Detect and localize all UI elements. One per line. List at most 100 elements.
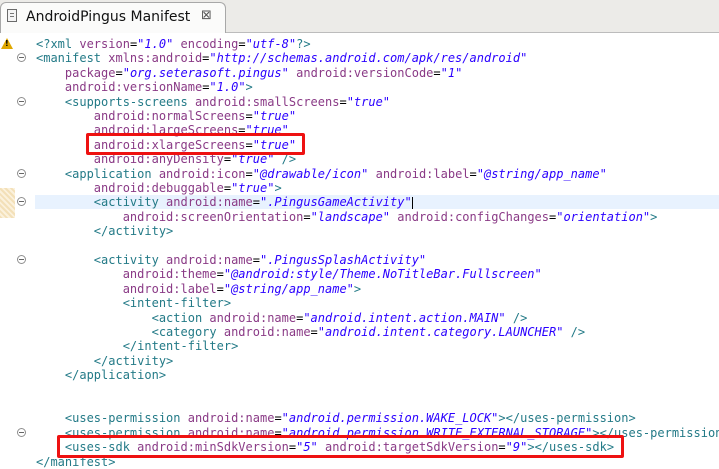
code-token: "http://schemas.android.com/apk/res/andr… — [209, 51, 528, 66]
fold-collapse-icon[interactable] — [17, 255, 26, 264]
fold-collapse-icon[interactable] — [17, 96, 26, 106]
code-token: > — [274, 181, 282, 195]
code-token: "@string/app_name" — [223, 281, 354, 296]
code-token: "landscape" — [310, 209, 391, 224]
xml-file-icon — [7, 9, 17, 22]
close-icon[interactable]: ⊠ — [201, 8, 212, 23]
code-token: = — [252, 253, 260, 267]
code-token: "1.0" — [137, 37, 174, 51]
code-token: <?xml — [36, 37, 80, 51]
code-token: android:versionName — [64, 80, 203, 95]
code-token: <category — [151, 325, 224, 339]
code-token: ".PingusGameActivity" — [259, 195, 412, 210]
code-line[interactable]: android:theme="@android:style/Theme.NoTi… — [36, 267, 542, 281]
code-token: ?> — [296, 37, 311, 51]
code-token: "utf-8" — [245, 37, 297, 51]
code-token: > — [245, 80, 253, 95]
code-token: "org.seterasoft.pingus" — [122, 65, 289, 80]
code-line[interactable]: </intent-filter> — [36, 339, 239, 353]
code-token: android:name — [166, 195, 253, 210]
code-line[interactable]: </application> — [36, 368, 166, 382]
code-token: "true" — [231, 181, 275, 195]
code-token: = — [245, 166, 253, 181]
code-token: "@string/app_name" — [476, 166, 607, 181]
code-line[interactable]: <category android:name="android.intent.c… — [36, 325, 586, 339]
editor-tab-bar: AndroidPingus Manifest ⊠ — [0, 0, 719, 33]
tab-android-manifest[interactable]: AndroidPingus Manifest ⊠ — [0, 2, 226, 33]
code-line[interactable]: <uses-permission android:name="android.p… — [36, 411, 636, 425]
folding-ruler — [15, 33, 34, 462]
code-line[interactable]: <?xml version="1.0" encoding="utf-8"?> — [36, 37, 311, 51]
code-token: = — [274, 411, 282, 426]
code-token: = — [216, 267, 224, 282]
code-token: > — [650, 209, 658, 224]
code-token: android:name — [187, 411, 275, 426]
code-line[interactable]: android:versionName="1.0"> — [36, 80, 253, 94]
code-token: android:theme — [122, 267, 217, 282]
code-token: = — [310, 325, 318, 339]
code-token: = — [433, 65, 441, 80]
code-token: = — [223, 181, 232, 195]
code-line[interactable]: <activity android:name=".PingusSplashAct… — [36, 253, 426, 267]
code-line[interactable]: <intent-filter> — [36, 296, 231, 310]
code-line[interactable]: android:screenOrientation="landscape" an… — [36, 209, 658, 224]
fold-collapse-icon[interactable] — [17, 197, 26, 207]
code-token: <action — [151, 310, 210, 325]
annotation-box — [86, 132, 305, 156]
code-line[interactable]: <manifest xmlns:android="http://schemas.… — [36, 51, 527, 65]
fold-collapse-icon[interactable] — [17, 427, 26, 437]
code-line[interactable]: package="org.seterasoft.pingus" android:… — [36, 66, 462, 80]
code-token: android:debuggable — [93, 181, 224, 195]
fold-collapse-icon[interactable] — [17, 168, 26, 178]
code-line[interactable]: android:debuggable="true"> — [36, 181, 282, 195]
code-line[interactable]: <application android:icon="@drawable/ico… — [36, 167, 607, 181]
code-line[interactable]: android:normalScreens="true" — [36, 109, 296, 123]
code-token: /> — [563, 325, 586, 339]
code-token: = — [115, 65, 123, 80]
code-token: "true" — [346, 94, 391, 109]
code-token: android:label — [375, 166, 470, 181]
code-token: </application> — [64, 368, 167, 383]
fold-collapse-icon[interactable] — [17, 53, 26, 63]
code-token: "orientation" — [556, 209, 651, 224]
code-token: encoding — [180, 37, 239, 51]
code-line[interactable]: <activity android:name=".PingusGameActiv… — [36, 195, 413, 209]
tab-title: AndroidPingus Manifest — [26, 9, 191, 25]
code-token: ".PingusSplashActivity" — [259, 253, 427, 267]
code-token: "@drawable/icon" — [252, 166, 369, 181]
code-token: = — [469, 166, 477, 181]
code-token: "android.permission.WAKE_LOCK" — [281, 411, 499, 426]
warning-icon[interactable] — [1, 38, 13, 49]
code-line[interactable]: </activity> — [36, 354, 173, 368]
code-token: = — [216, 281, 224, 296]
code-line[interactable]: <supports-screens android:smallScreens="… — [36, 95, 390, 109]
annotation-box — [57, 435, 624, 458]
code-token: = — [245, 109, 253, 123]
code-token: android:name — [223, 325, 311, 339]
code-token: /> — [505, 310, 528, 325]
code-line[interactable]: <action android:name="android.intent.act… — [36, 310, 528, 325]
code-token: "android.intent.action.MAIN" — [303, 310, 506, 325]
code-token: "@android:style/Theme.NoTitleBar.Fullscr… — [223, 267, 542, 282]
xml-source-editor[interactable]: <?xml version="1.0" encoding="utf-8"?><m… — [0, 33, 719, 469]
code-token: version — [79, 37, 130, 51]
change-marker — [0, 188, 15, 218]
code-line[interactable]: android:label="@string/app_name"> — [36, 282, 361, 296]
code-line[interactable]: </activity> — [36, 224, 173, 238]
code-token: = — [252, 195, 260, 210]
code-token: android:name — [166, 253, 253, 267]
